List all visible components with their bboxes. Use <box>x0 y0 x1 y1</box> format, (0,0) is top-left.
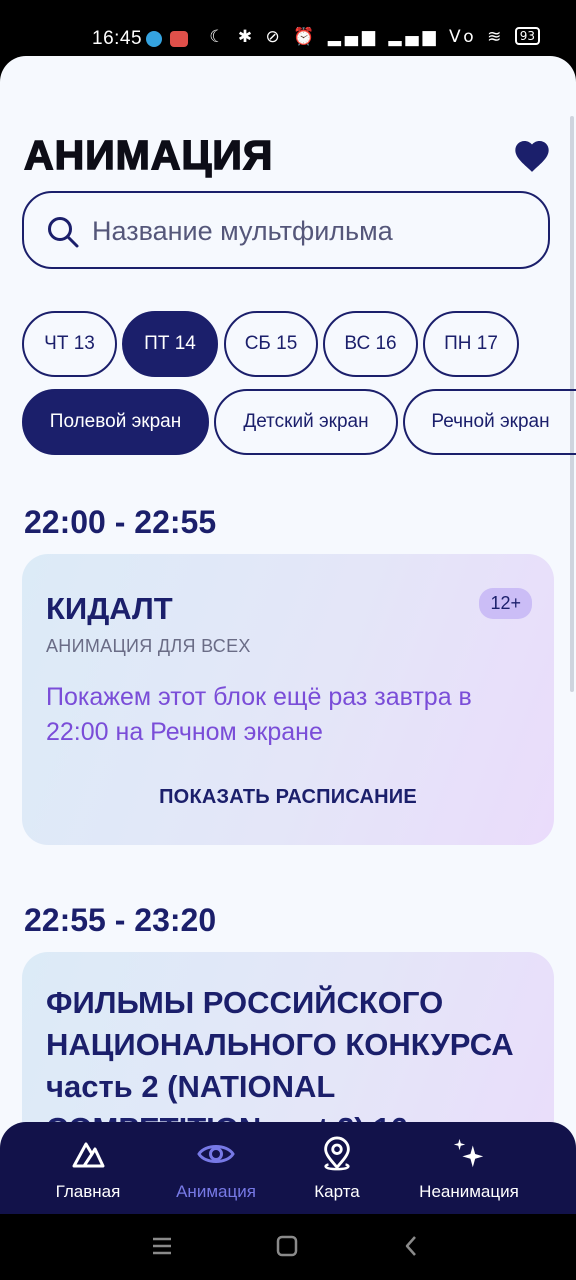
heart-icon[interactable] <box>512 136 552 176</box>
home-button-icon[interactable] <box>275 1234 299 1258</box>
map-pin-icon <box>324 1136 350 1171</box>
day-chip-mon-17[interactable]: ПН 17 <box>423 311 519 377</box>
session-subtitle: АНИМАЦИЯ ДЛЯ ВСЕХ <box>46 636 251 656</box>
tab-non-animation[interactable]: Неанимация <box>408 1122 530 1214</box>
status-icons: ☾ ✱ ⊘ ⏰ ▂▄▆ ▂▄▆ Vo ≋ 93 <box>209 27 540 47</box>
day-chip-sun-16[interactable]: ВС 16 <box>323 311 418 377</box>
tab-animation[interactable]: Анимация <box>162 1122 270 1214</box>
day-chip-sat-15[interactable]: СБ 15 <box>224 311 318 377</box>
session-title: КИДАЛТ <box>46 591 173 626</box>
repeat-note: Покажем этот блок ещё раз завтра в 22:00… <box>46 683 472 746</box>
day-chip-fri-14[interactable]: ПТ 14 <box>122 311 218 377</box>
age-badge: 12+ <box>479 588 532 619</box>
search-box[interactable] <box>22 191 550 269</box>
battery-icon: 93 <box>514 27 540 45</box>
session-card[interactable]: КИДАЛТ 12+ АНИМАЦИЯ ДЛЯ ВСЕХ Покажем это… <box>22 554 554 845</box>
session-title-continued: часть 2 (NATIONAL <box>46 1069 336 1104</box>
search-input[interactable] <box>90 211 534 251</box>
day-chip-thu-13[interactable]: ЧТ 13 <box>22 311 117 377</box>
tab-label: Главная <box>55 1182 121 1201</box>
session-time: 22:00 - 22:55 <box>24 504 217 540</box>
status-icons-text: ☾ ✱ ⊘ ⏰ ▂▄▆ ▂▄▆ Vo ≋ <box>209 27 506 47</box>
status-time: 16:45 <box>92 28 143 49</box>
tab-map[interactable]: Карта <box>296 1122 378 1214</box>
screen-chip-kids[interactable]: Детский экран <box>214 389 398 455</box>
tab-label: Анимация <box>176 1182 256 1201</box>
telegram-icon <box>146 31 162 47</box>
page-title: АНИМАЦИЯ <box>23 131 274 179</box>
tab-home[interactable]: Главная <box>38 1122 138 1214</box>
status-bar: 16:45 ☾ ✱ ⊘ ⏰ ▂▄▆ ▂▄▆ Vo ≋ 93 <box>0 0 576 56</box>
tab-label: Неанимация <box>419 1182 519 1201</box>
system-nav-bar <box>0 1214 576 1280</box>
menu-icon[interactable] <box>150 1234 174 1258</box>
home-icon <box>72 1142 105 1168</box>
bottom-tab-bar: Главная Анимация Карта Неанимация <box>0 1122 576 1214</box>
search-icon <box>48 217 79 248</box>
show-schedule-button[interactable]: ПОКАЗАТЬ РАСПИСАНИЕ <box>22 786 554 809</box>
session-time: 22:55 - 23:20 <box>24 902 217 938</box>
app-sheet: АНИМАЦИЯ ЧТ 13 ПТ 14 СБ 15 ВС 16 ПН 17 П… <box>0 56 576 1214</box>
app-notification-icon <box>170 31 188 47</box>
eye-icon <box>197 1145 235 1163</box>
screen-chip-river[interactable]: Речной экран <box>403 389 576 455</box>
session-title: ФИЛЬМЫ РОССИЙСКОГО НАЦИОНАЛЬНОГО КОНКУРС… <box>46 985 514 1062</box>
tab-label: Карта <box>314 1182 360 1201</box>
sparkles-icon <box>453 1138 484 1168</box>
screen-chip-field[interactable]: Полевой экран <box>22 389 209 455</box>
back-icon[interactable] <box>400 1234 424 1258</box>
